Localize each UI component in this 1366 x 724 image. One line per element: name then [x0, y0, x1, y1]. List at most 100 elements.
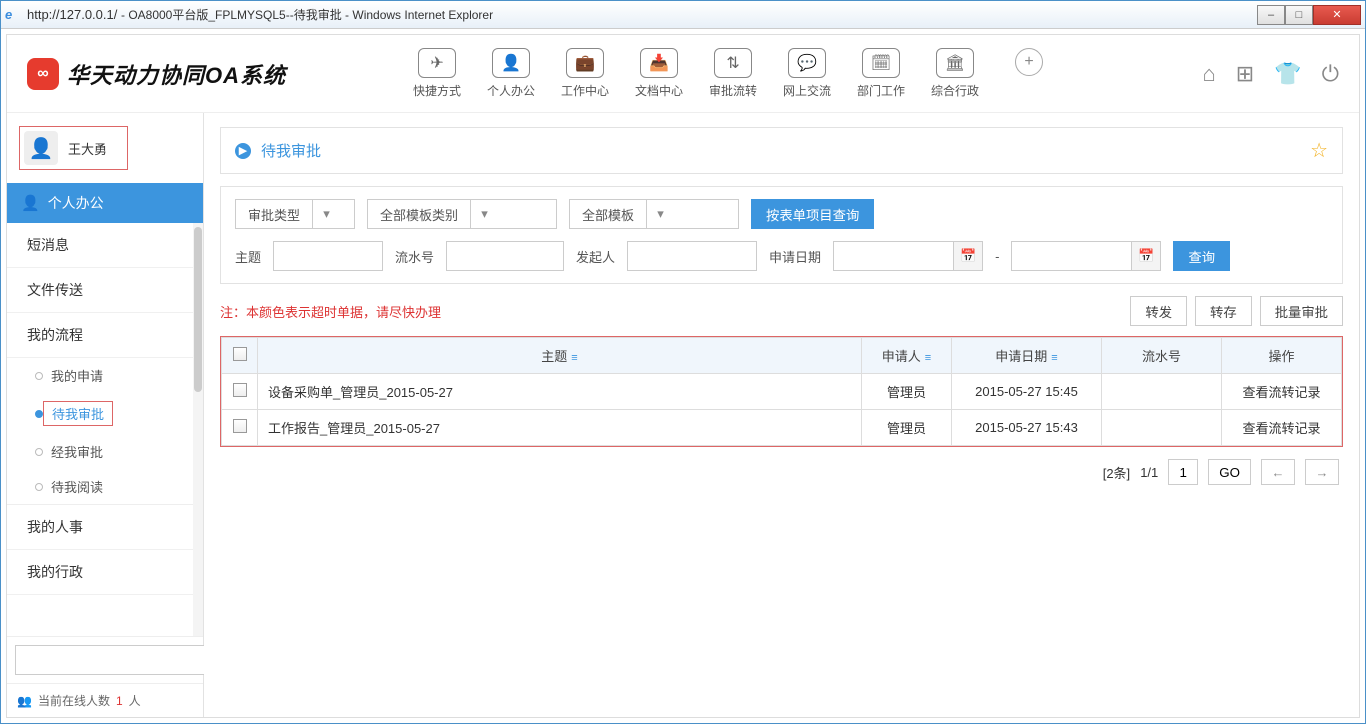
topnav-item[interactable]: ✈快捷方式	[406, 48, 468, 99]
main-content: ▶ 待我审批 ☆ 审批类型 ▾ 全部模板类别 ▾	[204, 113, 1359, 717]
topnav-item[interactable]: 🗓部门工作	[850, 48, 912, 99]
nav-icon: 👤	[492, 48, 530, 78]
window-close-button[interactable]	[1313, 5, 1361, 25]
app-viewport: ∞ 华天动力协同OA系统 ✈快捷方式👤个人办公💼工作中心📥文档中心⇅审批流转💬网…	[6, 34, 1360, 718]
topnav-item[interactable]: ⇅ 审批流转	[702, 48, 764, 99]
window-minimize-button[interactable]	[1257, 5, 1285, 25]
people-icon: 👥	[17, 694, 32, 708]
nav-label: 快捷方式	[413, 82, 461, 99]
theme-icon[interactable]: 👕	[1274, 61, 1301, 87]
user-name: 王大勇	[68, 139, 107, 158]
home-icon[interactable]: ⌂	[1202, 61, 1215, 87]
sidebar-subitem[interactable]: 待我阅读	[7, 469, 203, 504]
cell-date: 2015-05-27 15:43	[952, 410, 1102, 446]
sidebar-section-label: 个人办公	[48, 193, 104, 213]
sidebar-item[interactable]: 文件传送	[7, 268, 203, 313]
topnav-item[interactable]: 💬网上交流	[776, 48, 838, 99]
date-to: 📅	[1011, 241, 1161, 271]
nav-icon: 💬	[788, 48, 826, 78]
sidebar-subitem[interactable]: 经我审批	[7, 434, 203, 469]
topnav-add[interactable]: +	[998, 48, 1060, 99]
nav-label: 文档中心	[635, 82, 683, 99]
cell-applicant: 管理员	[862, 374, 952, 410]
nav-label: 审批流转	[709, 82, 757, 99]
serial-input[interactable]	[446, 241, 564, 271]
forward-button[interactable]: 转发	[1130, 296, 1187, 326]
avatar: 👤	[24, 131, 58, 165]
ie-icon: e	[5, 7, 21, 23]
cell-subject[interactable]: 工作报告_管理员_2015-05-27	[258, 410, 862, 446]
subject-label: 主题	[235, 247, 261, 266]
sort-icon[interactable]: ≡	[571, 352, 577, 364]
header-right-icons: ⌂ ⊞ 👕 ⏻	[1202, 61, 1339, 87]
logo: ∞ 华天动力协同OA系统	[27, 58, 286, 90]
nav-icon: 🏛	[936, 48, 974, 78]
nav-label: 综合行政	[931, 82, 979, 99]
date-to-input[interactable]	[1011, 241, 1131, 271]
pager-go-button[interactable]: GO	[1208, 459, 1251, 485]
sidebar-subitem-active[interactable]: 待我审批	[7, 393, 203, 434]
cell-op[interactable]: 查看流转记录	[1222, 374, 1342, 410]
chevron-down-icon: ▾	[646, 200, 674, 228]
overdue-note: 注：本颜色表示超时单据，请尽快办理	[220, 302, 441, 321]
apply-date-label: 申请日期	[769, 247, 821, 266]
batch-approve-button[interactable]: 批量审批	[1260, 296, 1343, 326]
power-icon[interactable]: ⏻	[1322, 61, 1339, 87]
sidebar-subitem[interactable]: 我的申请	[7, 358, 203, 393]
sidebar-item[interactable]: 短消息	[7, 223, 203, 268]
query-button[interactable]: 查询	[1173, 241, 1230, 271]
calendar-icon[interactable]: 📅	[953, 241, 983, 271]
sidebar-list: 短消息 文件传送 我的流程 我的申请 待我审批 经我审批 待我阅读 我的人事 我…	[7, 223, 203, 636]
row-checkbox[interactable]	[233, 383, 247, 397]
pager: [2条] 1/1 GO ← →	[220, 447, 1343, 485]
initiator-input[interactable]	[627, 241, 757, 271]
date-from: 📅	[833, 241, 983, 271]
cell-subject[interactable]: 设备采购单_管理员_2015-05-27	[258, 374, 862, 410]
pager-next-button[interactable]: →	[1305, 459, 1339, 485]
date-from-input[interactable]	[833, 241, 953, 271]
topnav-item[interactable]: 📥文档中心	[628, 48, 690, 99]
cell-serial	[1102, 410, 1222, 446]
topnav-item[interactable]: 🏛 综合行政	[924, 48, 986, 99]
nav-icon: ⇅	[714, 48, 752, 78]
pager-page-input[interactable]	[1168, 459, 1198, 485]
subject-input[interactable]	[273, 241, 383, 271]
pager-total: [2条]	[1103, 463, 1130, 482]
window-titlebar: e http://127.0.0.1/ - OA8000平台版_FPLMYSQL…	[1, 1, 1365, 29]
topnav-item[interactable]: 💼工作中心	[554, 48, 616, 99]
chevron-down-icon: ▾	[312, 200, 340, 228]
select-all-checkbox[interactable]	[233, 347, 247, 361]
sort-icon[interactable]: ≡	[1051, 352, 1057, 364]
template-select[interactable]: 全部模板 ▾	[569, 199, 739, 229]
user-box: 👤 王大勇	[7, 113, 203, 183]
save-button[interactable]: 转存	[1195, 296, 1252, 326]
sidebar-item[interactable]: 我的行政	[7, 550, 203, 595]
cell-date: 2015-05-27 15:45	[952, 374, 1102, 410]
window-maximize-button[interactable]	[1285, 5, 1313, 25]
ie-window: e http://127.0.0.1/ - OA8000平台版_FPLMYSQL…	[0, 0, 1366, 724]
query-by-form-button[interactable]: 按表单项目查询	[751, 199, 874, 229]
sidebar-item[interactable]: 我的流程	[7, 313, 203, 358]
pager-pages: 1/1	[1140, 465, 1158, 480]
sidebar-section-header[interactable]: 👤 个人办公	[7, 183, 203, 223]
sidebar-item[interactable]: 我的人事	[7, 505, 203, 550]
sidebar: 👤 王大勇 👤 个人办公 短消息 文件传送 我的流程 我的申请 待我审批 经我审	[7, 113, 204, 717]
chevron-right-icon: ▶	[235, 143, 251, 159]
panel-title: 待我审批	[261, 140, 321, 161]
template-category-select[interactable]: 全部模板类别 ▾	[367, 199, 557, 229]
results-table: 主题≡ 申请人≡ 申请日期≡ 流水号 操作 设备采购单_管理员_2015-05-…	[220, 336, 1343, 447]
calendar-icon[interactable]: 📅	[1131, 241, 1161, 271]
sort-icon[interactable]: ≡	[925, 352, 931, 364]
star-icon[interactable]: ☆	[1310, 138, 1328, 163]
nav-icon: 💼	[566, 48, 604, 78]
scrollbar[interactable]	[193, 223, 203, 636]
apps-icon[interactable]: ⊞	[1236, 61, 1254, 87]
window-title: - OA8000平台版_FPLMYSQL5--待我审批 - Windows In…	[121, 6, 1257, 23]
sidebar-search-input[interactable]	[15, 645, 206, 675]
topnav-item[interactable]: 👤个人办公	[480, 48, 542, 99]
pager-prev-button[interactable]: ←	[1261, 459, 1295, 485]
cell-op[interactable]: 查看流转记录	[1222, 410, 1342, 446]
sidebar-search: 🔍	[7, 636, 203, 683]
row-checkbox[interactable]	[233, 419, 247, 433]
approval-type-select[interactable]: 审批类型 ▾	[235, 199, 355, 229]
